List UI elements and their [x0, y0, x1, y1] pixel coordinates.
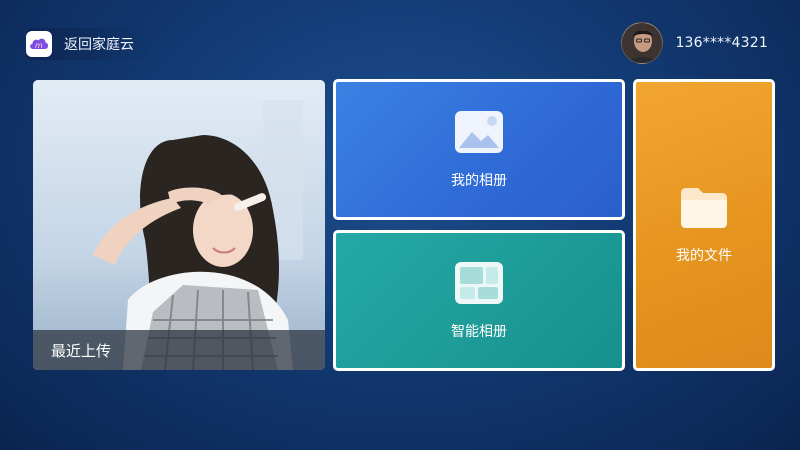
recent-uploads-label: 最近上传 — [51, 341, 112, 360]
back-label: 返回家庭云 — [64, 37, 134, 53]
avatar — [621, 22, 664, 64]
recent-uploads-caption-bar: 最近上传 — [33, 330, 325, 370]
grid-album-icon — [454, 261, 504, 309]
account-phone: 136****4321 — [675, 35, 768, 51]
cloud-m-logo-icon: m — [26, 31, 52, 57]
recent-upload-photo — [33, 80, 325, 370]
back-to-family-cloud-button[interactable]: m 返回家庭云 — [26, 28, 152, 60]
my-files-tile[interactable]: 我的文件 — [633, 79, 775, 371]
folder-icon — [679, 185, 729, 233]
svg-text:m: m — [35, 41, 43, 50]
my-files-label: 我的文件 — [676, 248, 732, 264]
recent-uploads-tile[interactable]: 最近上传 — [33, 80, 325, 370]
my-album-label: 我的相册 — [451, 172, 507, 189]
my-album-tile[interactable]: 我的相册 — [333, 79, 625, 220]
account-info[interactable]: 136****4321 — [621, 22, 768, 64]
photo-landscape-icon — [454, 110, 504, 158]
smart-album-label: 智能相册 — [451, 323, 507, 340]
smart-album-tile[interactable]: 智能相册 — [333, 230, 625, 371]
